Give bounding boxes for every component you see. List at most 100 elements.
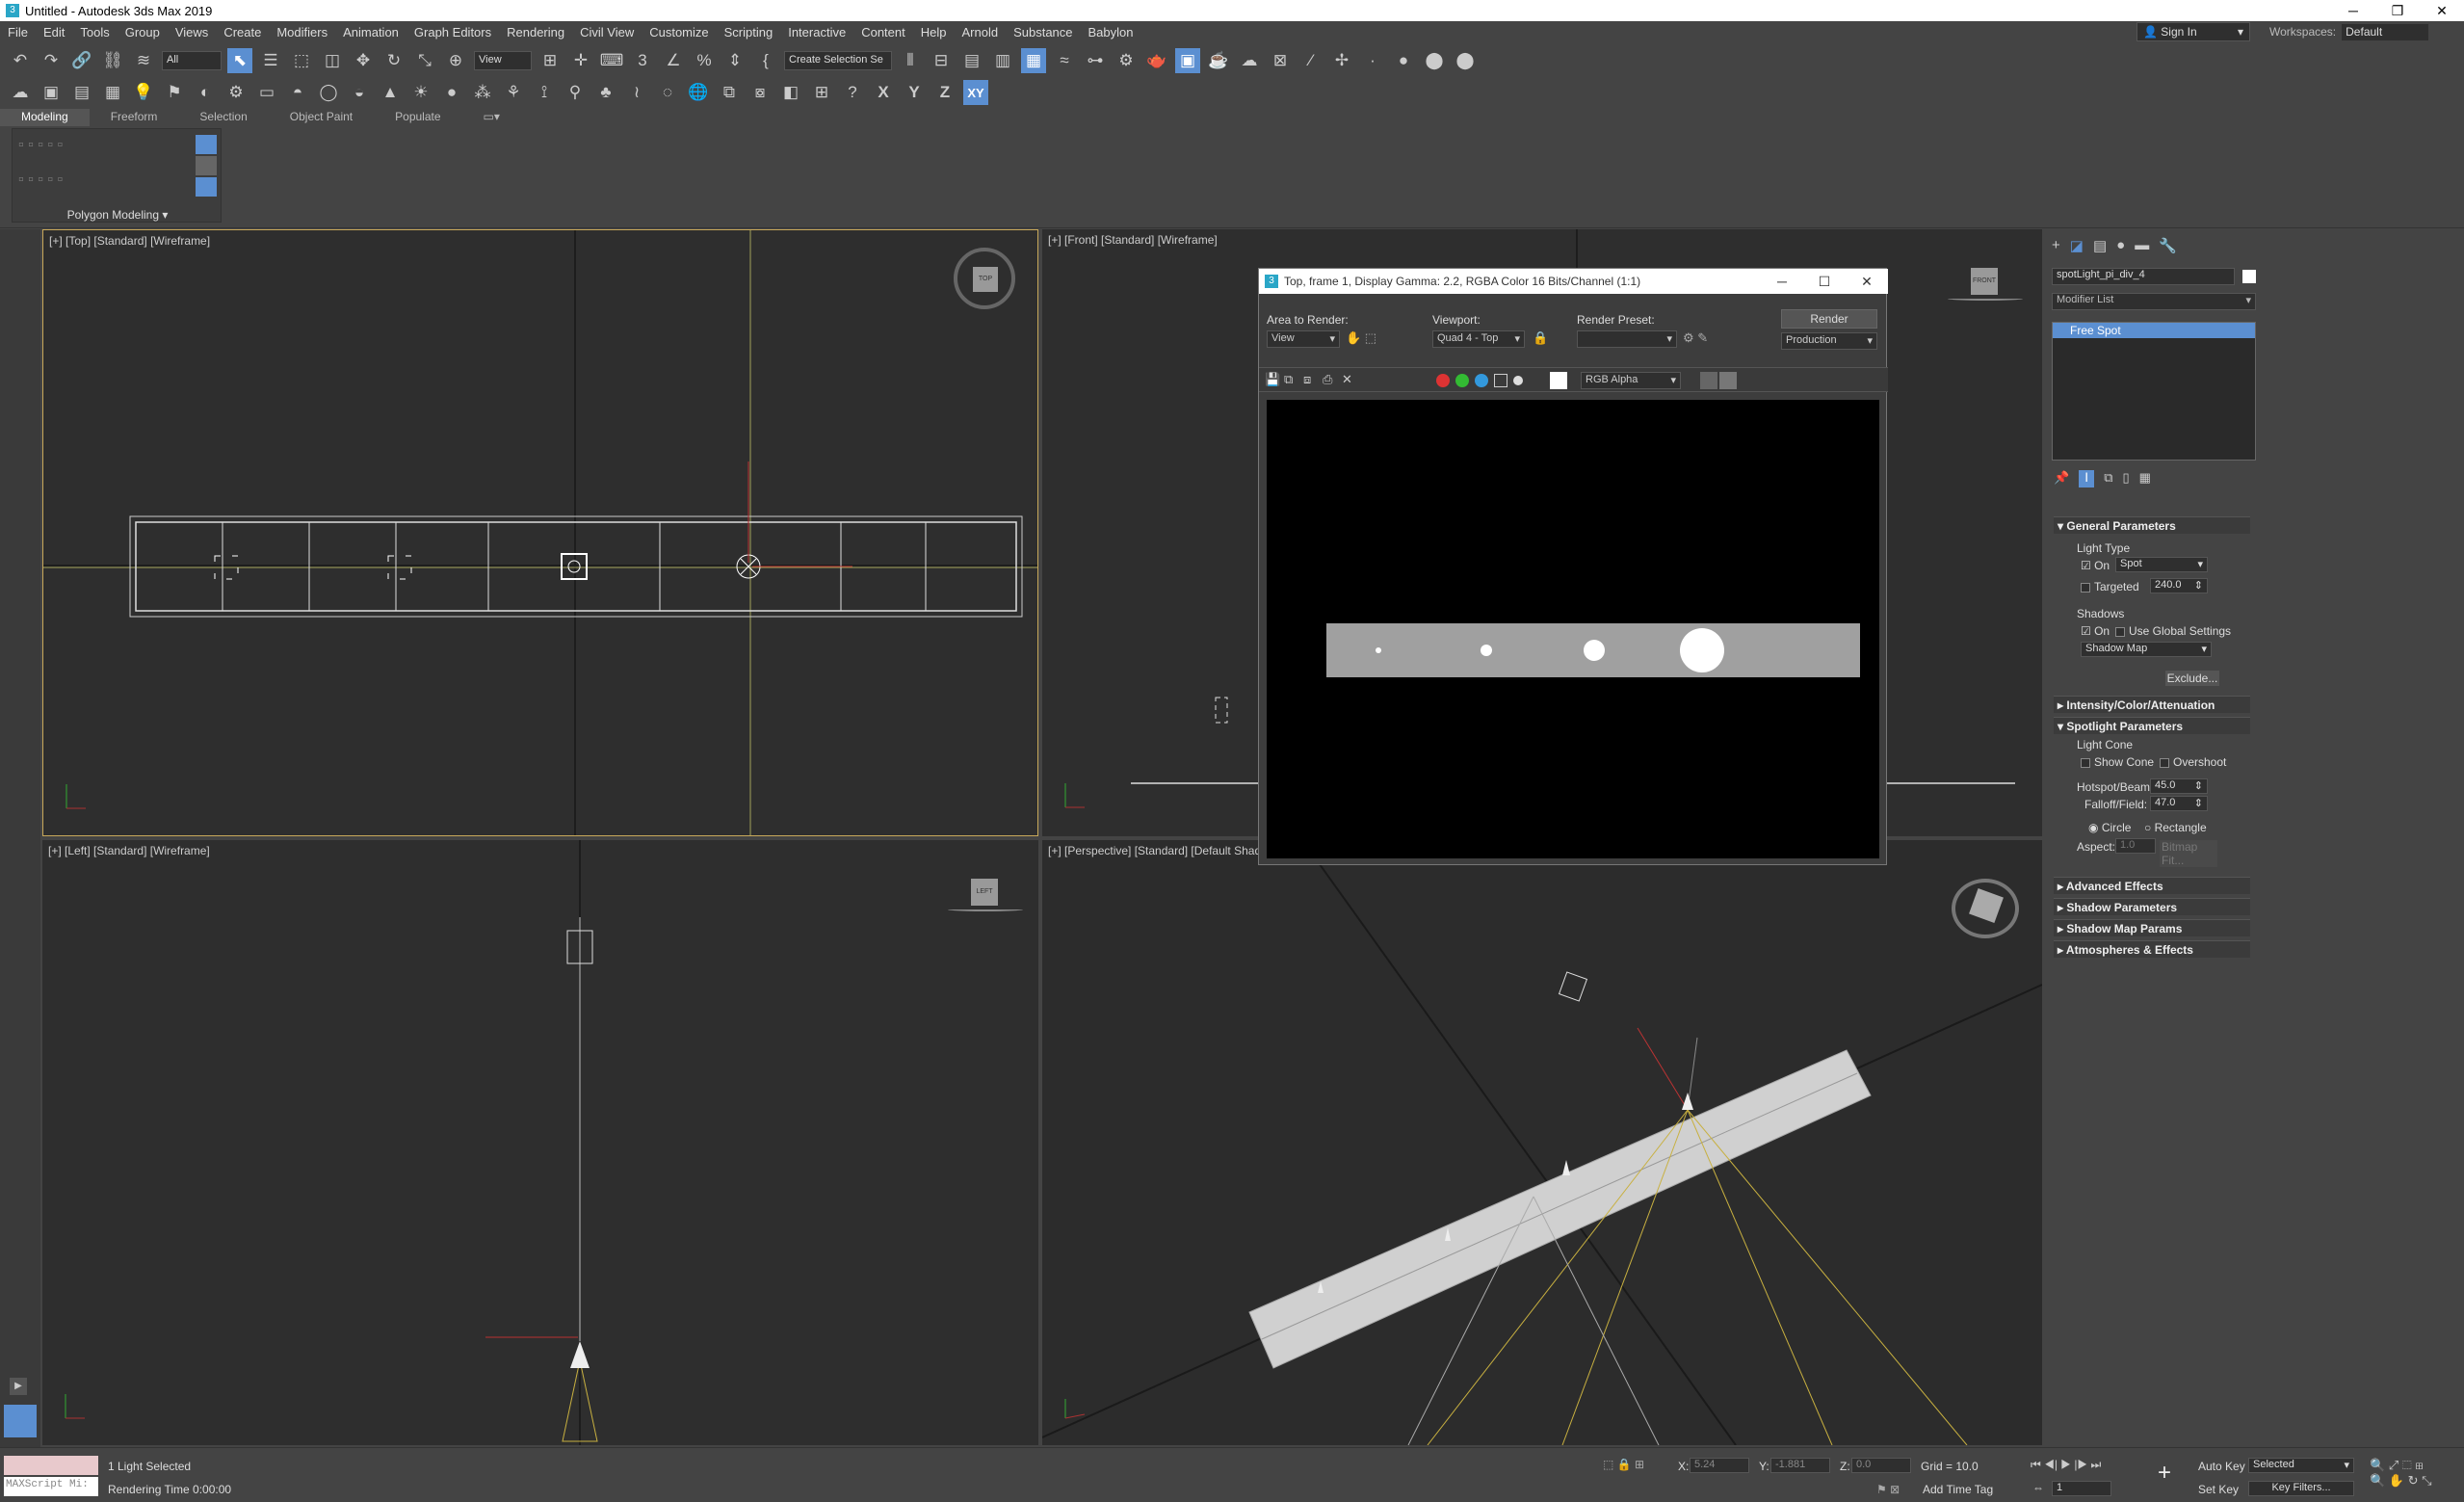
- tab-populate[interactable]: Populate: [374, 109, 461, 126]
- viewcube-left-face[interactable]: LEFT: [971, 879, 998, 906]
- toggle-ui-overlay-icon[interactable]: [1700, 372, 1717, 389]
- remove-modifier-icon[interactable]: ▯: [2122, 470, 2129, 487]
- percent-snap-icon[interactable]: %: [692, 48, 717, 73]
- key-mode-icon[interactable]: ⇔: [2032, 1481, 2044, 1494]
- globe-icon[interactable]: 🌐: [686, 80, 711, 105]
- axis-z-button[interactable]: Z: [932, 80, 957, 105]
- spinner-snap-icon[interactable]: ⇕: [722, 48, 747, 73]
- area-tools-icon[interactable]: ✋ ⬚: [1346, 330, 1378, 348]
- target-distance-spinner[interactable]: 240.0 ⇕: [2150, 578, 2208, 593]
- modify-tab-icon[interactable]: ◪: [2070, 237, 2084, 256]
- render-setup-small-icon[interactable]: ⚙ ✎: [1683, 330, 1708, 346]
- ribbon-options-icon[interactable]: ▭▾: [462, 109, 521, 126]
- shadow-map-params-rollout[interactable]: ▸ Shadow Map Params: [2054, 919, 2250, 936]
- clone-window-icon[interactable]: ⧈: [1303, 372, 1311, 387]
- unlink-icon[interactable]: ⛓: [100, 48, 125, 73]
- sun-icon[interactable]: ☀: [408, 80, 433, 105]
- render-preset-dropdown[interactable]: ▾: [1577, 330, 1677, 348]
- create-tab-icon[interactable]: +: [2052, 237, 2060, 256]
- show-cone-checkbox[interactable]: Show Cone: [2081, 755, 2154, 769]
- circle-large2-icon[interactable]: ⬤: [1453, 48, 1478, 73]
- general-params-rollout[interactable]: ▾ General Parameters: [2054, 516, 2250, 534]
- add-time-tag[interactable]: Add Time Tag: [1923, 1483, 1993, 1496]
- sphere-yellow-icon[interactable]: ●: [439, 80, 464, 105]
- redo-icon[interactable]: ↷: [39, 48, 64, 73]
- menu-customize[interactable]: Customize: [642, 25, 716, 40]
- alpha-channel-icon[interactable]: [1494, 374, 1507, 387]
- menu-create[interactable]: Create: [216, 25, 269, 40]
- overshoot-checkbox[interactable]: Overshoot: [2160, 755, 2226, 769]
- shadow-type-dropdown[interactable]: Shadow Map ▾: [2081, 642, 2212, 657]
- circle-radio[interactable]: ◉ Circle: [2088, 821, 2131, 834]
- viewport-layout-icon[interactable]: [4, 1405, 37, 1437]
- link-icon[interactable]: 🔗: [69, 48, 94, 73]
- modifier-list-dropdown[interactable]: Modifier List ▾: [2052, 293, 2256, 310]
- minimize-button[interactable]: ─: [2331, 0, 2375, 21]
- ref-coord-dropdown[interactable]: View: [474, 51, 532, 70]
- playback-controls[interactable]: ⏮ ◀| ▶ |▶ ⏭: [2031, 1458, 2101, 1472]
- render-minimize-button[interactable]: ─: [1761, 269, 1803, 294]
- z-coordinate[interactable]: 0.0: [1851, 1458, 1911, 1473]
- area-to-render-dropdown[interactable]: View ▾: [1267, 330, 1340, 348]
- menu-substance[interactable]: Substance: [1006, 25, 1080, 40]
- green-channel-icon[interactable]: [1455, 374, 1469, 387]
- render-mode-dropdown[interactable]: Production ▾: [1781, 332, 1877, 350]
- menu-file[interactable]: File: [0, 25, 36, 40]
- menu-animation[interactable]: Animation: [335, 25, 406, 40]
- teapot-icon[interactable]: ◒: [347, 80, 372, 105]
- x-coordinate[interactable]: 5.24: [1690, 1458, 1749, 1473]
- swatch-icon[interactable]: [1550, 372, 1567, 389]
- pin-stack-icon[interactable]: 📌: [2054, 470, 2069, 487]
- status-icons[interactable]: ⬚ 🔒 ⊞: [1603, 1458, 1644, 1471]
- toolbar2-icon-1[interactable]: ☁: [8, 80, 33, 105]
- current-frame-field[interactable]: 1: [2052, 1481, 2111, 1496]
- toolbar2-icon-8[interactable]: ⚙: [223, 80, 249, 105]
- polygon-modeling-label[interactable]: Polygon Modeling ▾: [13, 208, 223, 222]
- viewcube-front[interactable]: FRONT: [1948, 268, 2023, 303]
- help-icon[interactable]: ?: [840, 80, 865, 105]
- menu-graph-editors[interactable]: Graph Editors: [406, 25, 499, 40]
- menu-scripting[interactable]: Scripting: [717, 25, 781, 40]
- blue-channel-icon[interactable]: [1475, 374, 1488, 387]
- rendered-frame-window-icon[interactable]: ▣: [1175, 48, 1200, 73]
- motion-tab-icon[interactable]: ●: [2116, 237, 2125, 256]
- viewcube-left[interactable]: LEFT: [948, 879, 1023, 913]
- show-end-result-icon[interactable]: Ⅰ: [2079, 470, 2095, 487]
- axis-xy-button[interactable]: XY: [963, 80, 988, 105]
- utilities-tab-icon[interactable]: 🔧: [2159, 237, 2177, 256]
- render-canvas[interactable]: [1267, 400, 1879, 858]
- hierarchy-tab-icon[interactable]: ▤: [2093, 237, 2107, 256]
- tab-object-paint[interactable]: Object Paint: [269, 109, 374, 126]
- a360-render-icon[interactable]: ⊠: [1268, 48, 1293, 73]
- grid-icon[interactable]: ⊞: [809, 80, 834, 105]
- move-icon[interactable]: ✥: [351, 48, 376, 73]
- stack-item-free-spot[interactable]: Free Spot: [2053, 323, 2255, 338]
- hotspot-spinner[interactable]: 45.0 ⇕: [2150, 778, 2208, 794]
- align-icon[interactable]: ⊟: [929, 48, 954, 73]
- toolbar2-icon-3[interactable]: ▤: [69, 80, 94, 105]
- toolbar2-icon-7[interactable]: ◐: [193, 80, 218, 105]
- render-iterative-icon[interactable]: ☁: [1237, 48, 1262, 73]
- viewcube-perspective-cube[interactable]: [1969, 888, 2004, 923]
- toggle-ui-icon[interactable]: [1719, 372, 1737, 389]
- workspace-dropdown[interactable]: Default: [2342, 24, 2429, 40]
- render-maximize-button[interactable]: ☐: [1803, 269, 1846, 294]
- aspect-spinner[interactable]: 1.0: [2115, 838, 2156, 854]
- circle-large-icon[interactable]: ⬤: [1422, 48, 1447, 73]
- save-image-icon[interactable]: 💾: [1265, 372, 1280, 387]
- shadows-on-checkbox[interactable]: ☑ On: [2081, 624, 2110, 638]
- viewport-left[interactable]: [+] [Left] [Standard] [Wireframe] LEFT: [42, 840, 1038, 1445]
- cloth-icon[interactable]: ◌: [655, 80, 680, 105]
- render-production-icon[interactable]: ☕: [1206, 48, 1231, 73]
- y-coordinate[interactable]: -1.881: [1770, 1458, 1830, 1473]
- menu-interactive[interactable]: Interactive: [780, 25, 853, 40]
- atmospheres-rollout[interactable]: ▸ Atmospheres & Effects: [2054, 940, 2250, 958]
- close-button[interactable]: ✕: [2420, 0, 2464, 21]
- monochrome-icon[interactable]: [1513, 376, 1523, 385]
- tab-freeform[interactable]: Freeform: [90, 109, 179, 126]
- window-crossing-icon[interactable]: ◫: [320, 48, 345, 73]
- panel-active-icon[interactable]: [196, 135, 217, 154]
- ribbon-toggle-icon[interactable]: ▦: [1021, 48, 1046, 73]
- menu-group[interactable]: Group: [118, 25, 168, 40]
- toolbar2-icon-4[interactable]: ▦: [100, 80, 125, 105]
